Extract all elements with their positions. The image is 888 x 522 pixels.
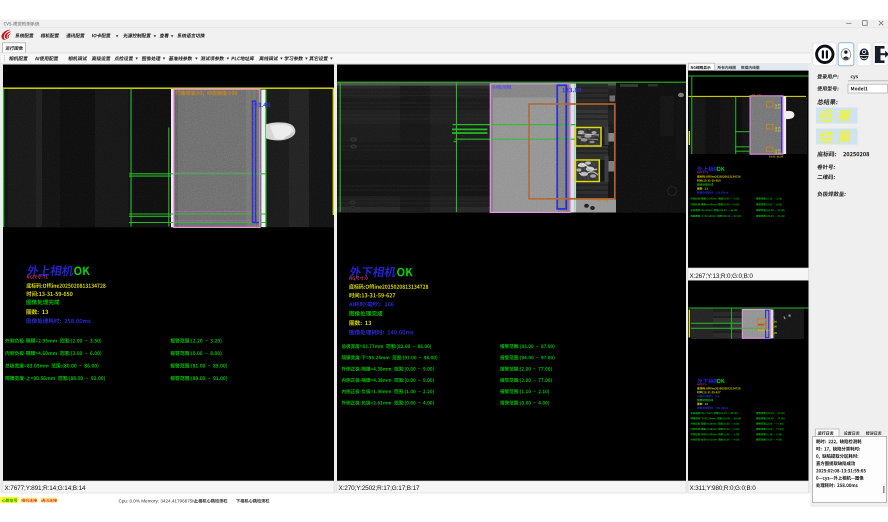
svg-text:X:270;Y:2502;R:17;G:17;B:17: X:270;Y:2502;R:17;G:17;B:17 [339,485,421,492]
svg-text:X:311;Y:980;R:0;G:0;B:0: X:311;Y:980;R:0;G:0;B:0 [690,485,757,492]
svg-text:X:267;Y:13;R:0;G:0;B:0: X:267;Y:13;R:0;G:0;B:0 [690,273,754,280]
svg-text:Cpu: 0.0% Memory: 3424.4179687: Cpu: 0.0% Memory: 3424.41796875M [119,499,197,504]
svg-text:X:7677;Y:891;R:14;G:14;B:14: X:7677;Y:891;R:14;G:14;B:14 [5,485,87,492]
